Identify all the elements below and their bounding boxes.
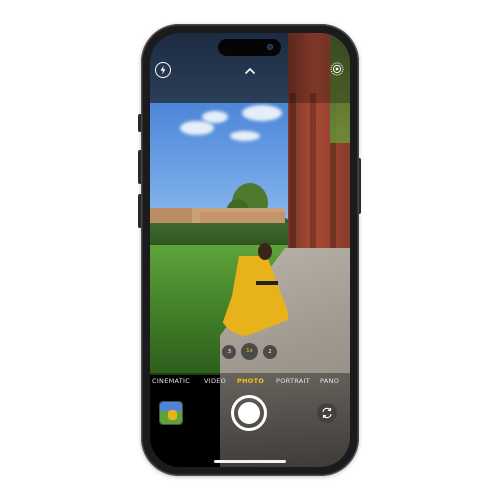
mode-pano[interactable]: PANO	[320, 377, 339, 385]
mode-cinematic[interactable]: CINEMATIC	[152, 377, 190, 385]
last-photo-thumbnail[interactable]	[160, 402, 182, 424]
subject-head	[258, 243, 272, 260]
chevron-up-icon[interactable]	[242, 62, 258, 74]
mode-video[interactable]: VIDEO	[204, 377, 226, 385]
flash-icon[interactable]	[155, 62, 171, 78]
mode-portrait[interactable]: PORTRAIT	[276, 377, 310, 385]
hedge	[150, 223, 290, 247]
zoom-option-telephoto[interactable]: 2	[263, 345, 277, 359]
zoom-option-ultrawide[interactable]: .5	[222, 345, 236, 359]
subject-belt	[256, 281, 278, 285]
device-mockup: .5 1x 2 CINEMATIC VIDEO PHOTO PORTRAIT P…	[0, 0, 500, 500]
front-camera	[267, 44, 273, 50]
shutter-button[interactable]	[231, 395, 267, 431]
mode-photo[interactable]: PHOTO	[237, 377, 264, 385]
camera-flip-icon[interactable]	[317, 403, 337, 423]
live-photo-icon[interactable]	[330, 62, 344, 76]
zoom-option-1x[interactable]: 1x	[241, 343, 258, 360]
home-indicator[interactable]	[214, 460, 286, 463]
